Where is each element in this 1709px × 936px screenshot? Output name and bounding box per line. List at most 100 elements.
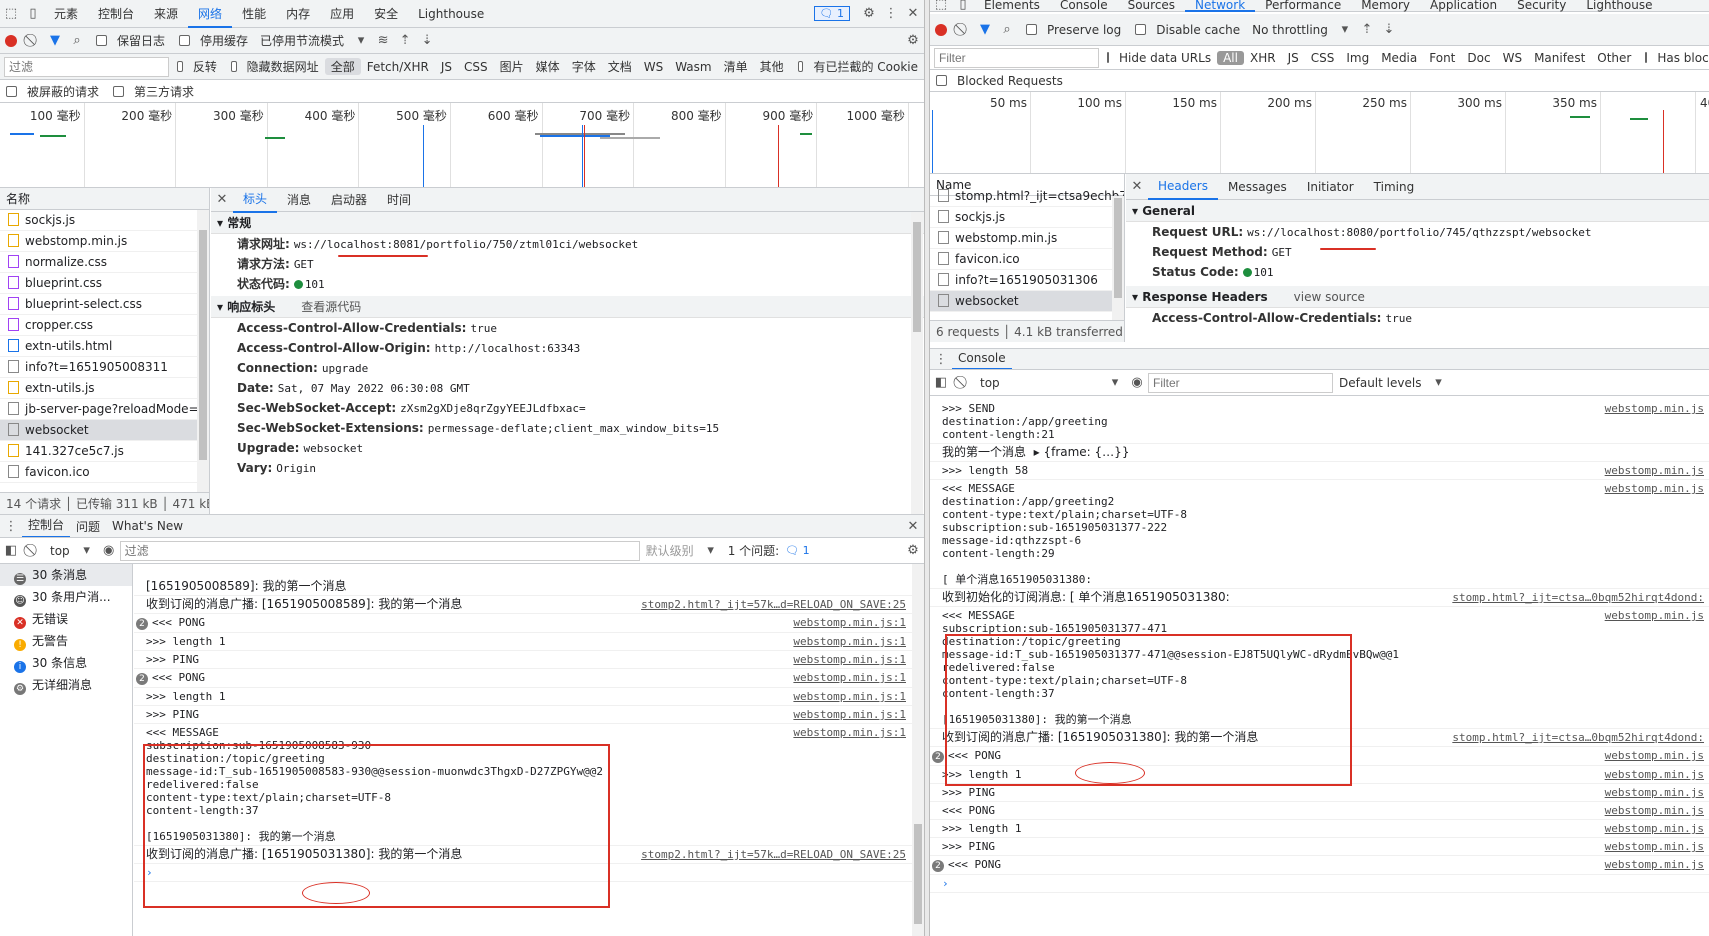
blocked-requests-checkbox[interactable] — [6, 85, 17, 97]
tab-performance[interactable]: 性能 — [232, 0, 276, 28]
console-clear-icon[interactable]: ⃠ — [22, 540, 44, 562]
right-tab-memory[interactable]: Memory — [1351, 0, 1420, 12]
console-sidebar-item[interactable]: ✕ 无错误 — [0, 608, 132, 630]
blocked-cookies-checkbox[interactable] — [797, 61, 804, 72]
right-chevron-down-icon[interactable]: ▾ — [1334, 19, 1356, 41]
clear-icon[interactable]: ⃠ — [22, 30, 44, 52]
import-har-icon[interactable]: ⇡ — [394, 30, 416, 52]
right-blocked-cookies-checkbox[interactable] — [1645, 52, 1648, 63]
right-filter-type-doc[interactable]: Doc — [1461, 51, 1496, 65]
right-console-source-link[interactable]: webstomp.min.js — [1598, 858, 1704, 871]
filter-type-doc[interactable]: 文档 — [602, 58, 638, 75]
right-drawer-menu-icon[interactable]: ⋮ — [930, 349, 952, 369]
close-icon[interactable]: ✕ — [902, 3, 924, 25]
right-inspect-icon[interactable]: ⬚ — [930, 0, 952, 12]
filter-type-js[interactable]: JS — [435, 60, 458, 74]
left-console-source-link[interactable]: webstomp.min.js:1 — [787, 635, 906, 648]
detail-scrollbar[interactable] — [911, 212, 923, 514]
right-tab-initiator[interactable]: Initiator — [1297, 175, 1364, 199]
right-request-row[interactable]: stomp.html?_ijt=ctsa9echb7o… — [930, 186, 1124, 207]
hide-data-urls-checkbox[interactable] — [230, 61, 237, 72]
left-console-source-link[interactable]: webstomp.min.js:1 — [787, 708, 906, 721]
request-list-scrollbar[interactable] — [197, 210, 209, 492]
right-tab-messages[interactable]: Messages — [1218, 175, 1297, 199]
right-console-source-link[interactable]: webstomp.min.js — [1598, 482, 1704, 495]
log-levels-select[interactable]: 默认级别 — [640, 542, 700, 559]
right-console-source-link[interactable]: webstomp.min.js — [1598, 822, 1704, 835]
request-row[interactable]: jb-server-page?reloadMode=RE — [0, 399, 209, 420]
right-console-source-link[interactable]: webstomp.min.js — [1598, 768, 1704, 781]
console-scrollbar[interactable] — [912, 564, 924, 936]
right-filter-type-css[interactable]: CSS — [1305, 51, 1341, 65]
settings-gear-icon[interactable]: ⚙ — [858, 3, 880, 25]
tab-network[interactable]: 网络 — [188, 0, 233, 28]
request-row[interactable]: blueprint.css — [0, 273, 209, 294]
preserve-log-checkbox[interactable] — [96, 35, 107, 46]
right-filter-type-ws[interactable]: WS — [1497, 51, 1528, 65]
request-row[interactable]: webstomp.min.js — [0, 231, 209, 252]
export-har-icon[interactable]: ⇣ — [416, 30, 438, 52]
right-console-source-link[interactable]: webstomp.min.js — [1598, 609, 1704, 622]
throttle-select[interactable]: 已停用节流模式 — [254, 32, 350, 49]
network-filter-input[interactable] — [4, 56, 169, 77]
tab-sources[interactable]: 来源 — [144, 0, 188, 28]
right-hide-data-urls-checkbox[interactable] — [1107, 52, 1109, 63]
drawer-menu-icon[interactable]: ⋮ — [0, 515, 22, 537]
request-row[interactable]: info?t=1651905008311 — [0, 357, 209, 378]
right-clear-icon[interactable]: ⃠ — [952, 19, 974, 41]
disable-cache-checkbox[interactable] — [179, 35, 191, 46]
right-drawer-tab-console[interactable]: Console — [952, 349, 1012, 369]
filter-type-wasm[interactable]: Wasm — [669, 60, 717, 74]
request-list-header[interactable]: 名称 — [0, 188, 209, 210]
right-tab-sources[interactable]: Sources — [1118, 0, 1185, 12]
filter-type-media[interactable]: 媒体 — [530, 58, 566, 75]
filter-type-font[interactable]: 字体 — [566, 58, 602, 75]
console-sidebar-item[interactable]: ☺ 30 条用户消... — [0, 586, 132, 608]
right-request-row[interactable]: websocket — [930, 291, 1124, 312]
request-row[interactable]: cropper.css — [0, 315, 209, 336]
request-row[interactable]: extn-utils.js — [0, 378, 209, 399]
right-filter-type-manifest[interactable]: Manifest — [1528, 51, 1591, 65]
right-tab-application[interactable]: Application — [1420, 0, 1507, 12]
right-tab-performance[interactable]: Performance — [1255, 0, 1351, 12]
console-sidebar-item[interactable]: ⚙ 无详细消息 — [0, 674, 132, 696]
right-request-row[interactable]: favicon.ico — [930, 249, 1124, 270]
console-sidebar-item[interactable]: ☰ 30 条消息 — [0, 564, 132, 586]
right-request-row[interactable]: info?t=1651905031306 — [930, 270, 1124, 291]
right-console-source-link[interactable]: webstomp.min.js — [1598, 804, 1704, 817]
drawer-tab-whats-new[interactable]: What's New — [106, 519, 189, 533]
filter-funnel-icon[interactable]: ▼ — [44, 30, 66, 52]
right-device-toggle-icon[interactable]: ▯ — [952, 0, 974, 12]
right-close-detail-icon[interactable]: ✕ — [1126, 176, 1148, 198]
right-tab-timing[interactable]: Timing — [1364, 175, 1425, 199]
left-console-source-link[interactable]: stomp2.html?_ijt=57k…d=RELOAD_ON_SAVE:25 — [635, 598, 906, 611]
right-filter-type-img[interactable]: Img — [1340, 51, 1375, 65]
right-tab-network[interactable]: Network — [1185, 0, 1256, 12]
chevron-down-icon[interactable]: ▾ — [350, 30, 372, 52]
right-request-list-scrollbar[interactable] — [1112, 196, 1124, 320]
tab-messages[interactable]: 消息 — [277, 188, 321, 212]
sidebar-toggle-icon[interactable]: ◧ — [0, 540, 22, 562]
request-row[interactable]: extn-utils.html — [0, 336, 209, 357]
context-chevron-icon[interactable]: ▾ — [76, 540, 98, 562]
drawer-close-icon[interactable]: ✕ — [902, 515, 924, 537]
right-filter-type-xhr[interactable]: XHR — [1244, 51, 1282, 65]
right-throttle-select[interactable]: No throttling — [1246, 23, 1334, 37]
inspect-icon[interactable]: ⬚ — [0, 3, 22, 25]
right-record-icon[interactable] — [930, 19, 952, 41]
right-filter-type-media[interactable]: Media — [1375, 51, 1423, 65]
request-row[interactable]: websocket — [0, 420, 209, 441]
left-console-source-link[interactable]: stomp2.html?_ijt=57k…d=RELOAD_ON_SAVE:25 — [635, 848, 906, 861]
right-view-source-link[interactable]: view source — [1294, 290, 1365, 304]
filter-type-all[interactable]: 全部 — [324, 58, 361, 75]
drawer-tab-issues[interactable]: 问题 — [70, 518, 106, 535]
right-network-overview-timeline[interactable]: 50 ms 100 ms 150 ms 200 ms 250 ms 300 ms 350 m… — [930, 92, 1709, 174]
right-filter-type-other[interactable]: Other — [1591, 51, 1637, 65]
search-icon[interactable]: ⌕ — [66, 30, 88, 52]
right-tab-lighthouse[interactable]: Lighthouse — [1576, 0, 1662, 12]
left-console-source-link[interactable]: webstomp.min.js:1 — [787, 616, 906, 629]
right-general-section-header[interactable]: ▾ General — [1126, 200, 1709, 222]
right-request-row[interactable]: sockjs.js — [930, 207, 1124, 228]
left-console-source-link[interactable]: webstomp.min.js:1 — [787, 690, 906, 703]
right-response-headers-section-header[interactable]: ▾ Response Headers view source — [1126, 286, 1709, 308]
